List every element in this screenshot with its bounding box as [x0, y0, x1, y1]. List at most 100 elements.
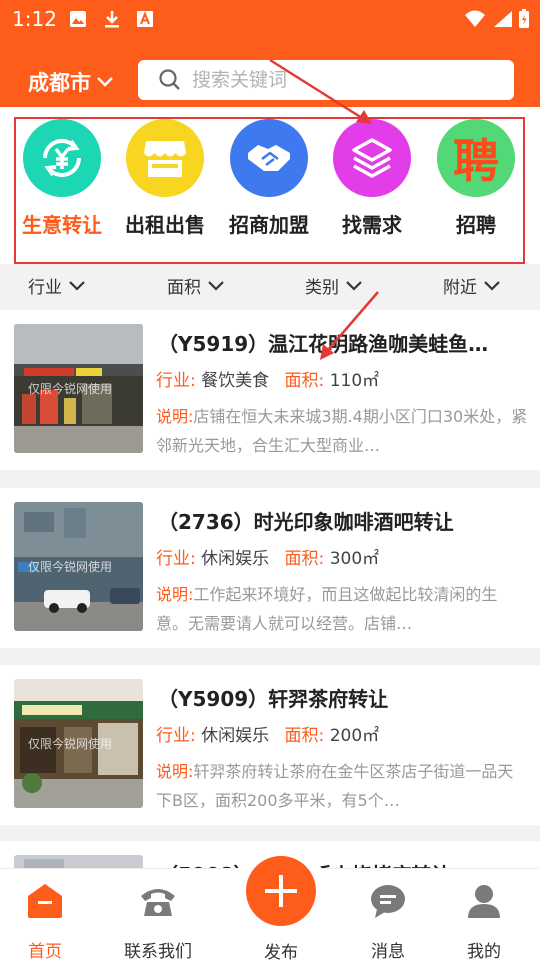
message-icon — [371, 885, 405, 918]
filter-type[interactable]: 类别 — [305, 273, 363, 298]
filter-label: 行业 — [28, 278, 62, 298]
desc-key: 说明: — [156, 407, 194, 426]
chevron-down-icon — [346, 280, 362, 291]
tab-label: 消息 — [371, 942, 405, 960]
home-icon — [28, 884, 62, 918]
handshake-icon — [248, 145, 290, 171]
listing-title: （2736）时光印象咖啡酒吧转让 — [158, 510, 454, 534]
listing-title: （Y5909）轩羿茶府转让 — [158, 687, 389, 711]
tab-messages[interactable]: 消息 — [343, 881, 433, 960]
category-icon-circle — [333, 119, 411, 197]
category-recruitment[interactable]: 聘 招聘 — [426, 119, 526, 238]
filter-bar: 行业 面积 类别 附近 — [0, 264, 540, 306]
filter-label: 附近 — [443, 278, 477, 298]
tab-contact-us[interactable]: 联系我们 — [113, 881, 203, 960]
recruit-icon: 聘 — [453, 134, 499, 188]
category-icon-circle — [230, 119, 308, 197]
listing-meta: 行业: 餐饮美食 面积: 110㎡ — [156, 366, 379, 391]
search-header: 成都市 — [0, 55, 540, 107]
publish-button[interactable] — [246, 856, 316, 926]
tab-label: 首页 — [28, 942, 62, 960]
industry-value: 休闲娱乐 — [201, 549, 270, 569]
desc-text: 店铺在恒大未来城3期.4期小区门口30米处，紧邻新光天地，合生汇大型商业… — [156, 407, 528, 455]
area-key: 面积: — [284, 371, 325, 391]
top-header: 1:12 成都市 — [0, 0, 540, 107]
listing-meta: 行业: 休闲娱乐 面积: 200㎡ — [156, 721, 379, 746]
chevron-down-icon — [69, 280, 85, 291]
watermark-text: 仅限今锐网使用 — [28, 382, 113, 396]
chevron-down-icon — [484, 280, 500, 291]
tab-mine[interactable]: 我的 — [439, 881, 529, 960]
phone-icon — [141, 889, 175, 916]
city-label: 成都市 — [28, 71, 91, 95]
industry-value: 休闲娱乐 — [201, 726, 270, 746]
listing-card[interactable]: 仅限今锐网使用 （2736）时光印象咖啡酒吧转让 行业: 休闲娱乐 面积: 30… — [0, 488, 540, 648]
battery-icon — [519, 9, 529, 28]
search-input[interactable] — [192, 69, 492, 91]
industry-key: 行业: — [156, 371, 196, 391]
area-key: 面积: — [284, 549, 325, 569]
app-notification-icon — [137, 11, 153, 27]
status-time: 1:12 — [12, 7, 57, 31]
publish-label: 发布 — [264, 943, 298, 960]
layers-icon — [352, 138, 392, 178]
category-find-demand[interactable]: 找需求 — [322, 119, 422, 238]
image-notification-icon — [70, 11, 86, 27]
signal-icon — [494, 11, 512, 27]
listing-thumbnail: 仅限今锐网使用 — [14, 502, 143, 631]
area-value: 200㎡ — [329, 726, 380, 746]
category-franchise[interactable]: 招商加盟 — [219, 119, 319, 238]
user-icon — [468, 885, 500, 918]
search-box[interactable] — [138, 60, 514, 100]
listing-description: 说明:工作起来环境好，而且这做起比较清闲的生意。无需要请人就可以经营。店铺… — [156, 580, 528, 638]
watermark-text: 仅限今锐网使用 — [28, 737, 113, 751]
industry-key: 行业: — [156, 549, 196, 569]
category-icon-circle: 聘 — [437, 119, 515, 197]
category-rent-sale[interactable]: 出租出售 — [115, 119, 215, 238]
app-screen: 1:12 成都市 搜索关键词 生意转让 出租出售 招商加盟 找需求 聘 招聘 行… — [0, 0, 540, 960]
listing-title: （Y5919）温江花明路渔咖美蛙鱼… — [158, 332, 489, 356]
tab-label: 我的 — [467, 942, 501, 960]
desc-key: 说明: — [156, 585, 194, 604]
watermark-text: 仅限今锐网使用 — [28, 560, 113, 574]
industry-key: 行业: — [156, 726, 196, 746]
listing-card[interactable]: 仅限今锐网使用 （Y5919）温江花明路渔咖美蛙鱼… 行业: 餐饮美食 面积: … — [0, 310, 540, 470]
search-icon — [159, 69, 180, 90]
filter-label: 面积 — [167, 278, 201, 298]
store-icon — [144, 141, 186, 177]
category-label: 招聘 — [456, 213, 496, 237]
wifi-icon — [465, 10, 485, 27]
tab-home[interactable]: 首页 — [0, 881, 90, 960]
listing-meta: 行业: 休闲娱乐 面积: 300㎡ — [156, 544, 379, 569]
yuan-transfer-icon — [42, 138, 82, 178]
chevron-down-icon — [208, 280, 224, 291]
plus-icon — [265, 875, 297, 907]
filter-area[interactable]: 面积 — [167, 273, 225, 298]
status-bar: 1:12 — [0, 0, 540, 38]
listing-card[interactable]: 仅限今锐网使用 （Y5909）轩羿茶府转让 行业: 休闲娱乐 面积: 200㎡ … — [0, 665, 540, 825]
category-row: 生意转让 出租出售 招商加盟 找需求 聘 招聘 — [0, 107, 540, 264]
category-icon-circle — [126, 119, 204, 197]
area-value: 300㎡ — [329, 549, 380, 569]
area-value: 110㎡ — [329, 371, 380, 391]
filter-industry[interactable]: 行业 — [28, 273, 86, 298]
industry-value: 餐饮美食 — [201, 371, 270, 391]
category-label: 招商加盟 — [229, 213, 309, 237]
filter-label: 类别 — [305, 278, 339, 298]
area-key: 面积: — [284, 726, 325, 746]
desc-key: 说明: — [156, 762, 194, 781]
desc-text: 工作起来环境好，而且这做起比较清闲的生意。无需要请人就可以经营。店铺… — [156, 585, 498, 633]
category-label: 找需求 — [342, 213, 402, 237]
desc-text: 轩羿茶府转让茶府在金牛区茶店子街道一品天下B区，面积200多平米，有5个… — [156, 762, 514, 810]
category-business-transfer[interactable]: 生意转让 — [12, 119, 112, 238]
download-notification-icon — [105, 11, 119, 28]
category-icon-circle — [23, 119, 101, 197]
chevron-down-icon — [97, 77, 113, 87]
listing-thumbnail: 仅限今锐网使用 — [14, 324, 143, 453]
listing-description: 说明:店铺在恒大未来城3期.4期小区门口30米处，紧邻新光天地，合生汇大型商业… — [156, 402, 528, 460]
listing-thumbnail: 仅限今锐网使用 — [14, 679, 143, 808]
filter-nearby[interactable]: 附近 — [443, 273, 501, 298]
city-selector[interactable]: 成都市 — [28, 67, 115, 97]
tab-label: 联系我们 — [124, 942, 192, 960]
listing-description: 说明:轩羿茶府转让茶府在金牛区茶店子街道一品天下B区，面积200多平米，有5个… — [156, 757, 528, 815]
